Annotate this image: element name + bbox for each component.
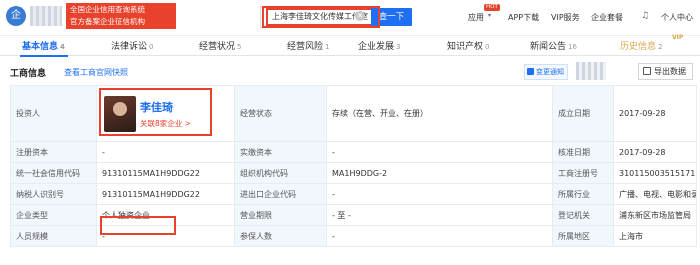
cell-label: 纳税人识别号 [10, 183, 97, 205]
cell-label: 所属行业 [552, 183, 614, 205]
change-notify-button[interactable]: 变更通知 [524, 64, 568, 80]
cell-label: 登记机关 [552, 204, 614, 226]
company-type-highlight-box [100, 216, 176, 235]
cell-value: - [326, 183, 553, 205]
tab-basic-info[interactable]: 基本信息 4 [22, 39, 65, 52]
tab-risk[interactable]: 经营风险 1 [287, 39, 329, 52]
cell-label: 注册资本 [10, 141, 97, 163]
nav-vip[interactable]: VIP服务 [551, 12, 580, 23]
tab-ip[interactable]: 知识产权 0 [447, 39, 489, 52]
investor-highlight-box [99, 88, 212, 136]
cell-label: 营业期限 [234, 204, 327, 226]
nav-app-download[interactable]: APP下载 [508, 12, 539, 23]
snapshot-link[interactable]: 查看工商官网快照 [64, 67, 128, 78]
cell-label: 统一社会信用代码 [10, 162, 97, 184]
cell-value: 浦东新区市场监管局 [613, 204, 697, 226]
vip-badge: VIP [672, 34, 684, 41]
cell-value: - 至 - [326, 204, 553, 226]
nav-packages[interactable]: 企业套餐 [591, 12, 623, 23]
cell-label: 核准日期 [552, 141, 614, 163]
table-row: 注册资本 - 实缴资本 - 核准日期 2017-09-28 [10, 141, 697, 163]
cell-label: 经营状态 [234, 85, 327, 142]
chevron-down-icon: ▾ [488, 12, 492, 19]
bell-icon[interactable]: ♫ [641, 11, 649, 21]
export-data-button[interactable]: 导出数据 [638, 63, 693, 80]
cell-value: 2017-09-28 [613, 85, 697, 142]
brand-line-2: 官方备案企业征信机构 [70, 17, 145, 26]
cell-value: 广播、电视、电影和录音制作业 [613, 183, 697, 205]
tab-history[interactable]: 历史信息 2 [620, 39, 662, 52]
cell-value: 310115003515171 [613, 162, 697, 184]
tab-legal[interactable]: 法律诉讼 0 [111, 39, 153, 52]
blurred-image [576, 62, 606, 80]
cell-value: - [326, 141, 553, 163]
cell-value: 2017-09-28 [613, 141, 697, 163]
tab-development[interactable]: 企业发展 3 [358, 39, 400, 52]
cell-label: 参保人数 [234, 225, 327, 247]
cell-value: 91310115MA1H9DDG22 [96, 183, 235, 205]
cell-value: MA1H9DDG-2 [326, 162, 553, 184]
cell-label: 实缴资本 [234, 141, 327, 163]
cell-label: 人员规模 [10, 225, 97, 247]
site-logo[interactable]: 企 [6, 6, 26, 26]
cell-value: 存续（在营、开业、在册） [326, 85, 553, 142]
active-tab-indicator [20, 55, 68, 57]
nav-apps[interactable]: 应用 [468, 12, 484, 23]
table-row: 纳税人识别号 91310115MA1H9DDG22 进出口企业代码 - 所属行业… [10, 183, 697, 205]
blurred-logo-text [30, 6, 62, 26]
tab-operations[interactable]: 经营状况 5 [199, 39, 241, 52]
investor-label: 投资人 [10, 85, 97, 142]
cell-label: 成立日期 [552, 85, 614, 142]
nav-user-center[interactable]: 个人中心 [661, 12, 693, 23]
brand-badge: 全国企业信用查询系统 官方备案企业征信机构 [66, 3, 176, 29]
cell-label: 工商注册号 [552, 162, 614, 184]
search-highlight-box [262, 6, 380, 28]
tab-bar: 基本信息 4 法律诉讼 0 经营状况 5 经营风险 1 企业发展 3 知识产权 0 新闻公告… [0, 36, 700, 56]
cell-value: - [96, 141, 235, 163]
cell-value: 上海市 [613, 225, 697, 247]
export-icon [643, 67, 651, 75]
cell-value: 91310115MA1H9DDG22 [96, 162, 235, 184]
tab-news[interactable]: 新闻公告 16 [530, 39, 577, 52]
section-title: 工商信息 [10, 69, 47, 79]
cell-label: 组织机构代码 [234, 162, 327, 184]
notify-icon [527, 68, 534, 75]
cell-label: 所属地区 [552, 225, 614, 247]
table-row: 统一社会信用代码 91310115MA1H9DDG22 组织机构代码 MA1H9… [10, 162, 697, 184]
cell-label: 进出口企业代码 [234, 183, 327, 205]
cell-value: - [326, 225, 553, 247]
hot-badge: HOT [484, 4, 500, 11]
cell-label: 企业类型 [10, 204, 97, 226]
brand-line-1: 全国企业信用查询系统 [70, 5, 145, 14]
